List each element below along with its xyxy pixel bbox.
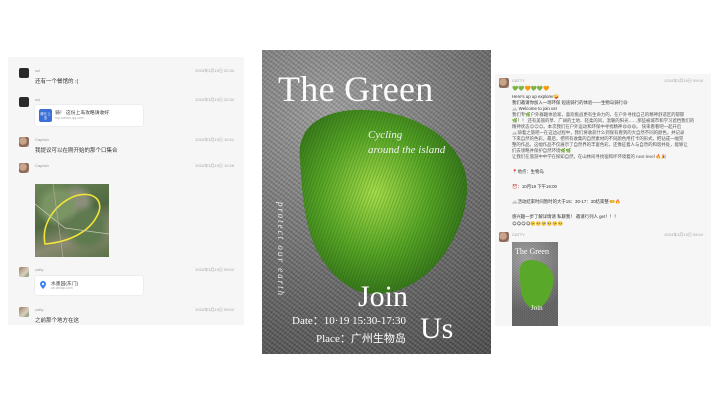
poster-subtitle: Cycling around the island <box>368 128 445 158</box>
right-chat-panel: CATTY 2024年3月19日 09:04 💚💚🧡💚💚🧡 Here's up … <box>495 74 711 326</box>
mini-poster-join: Join <box>531 304 543 312</box>
sender-name: Captain <box>35 163 49 168</box>
left-chat-panel: ssl 2024年3月19日 22:34 还有一个餐馆的 :( ssl 2024… <box>8 57 244 325</box>
message-time: 2024年3月19日 09:04 <box>195 267 234 272</box>
message-time: 2024年3月19日 22:34 <box>195 68 234 73</box>
poster-date: Date：10·19 15:30-17:30 <box>292 315 406 327</box>
map-pin-icon <box>40 281 46 289</box>
avatar[interactable] <box>19 68 29 78</box>
message-time: 2024年3月19日 10:48 <box>195 163 234 168</box>
event-poster[interactable]: The Green Cycling around the island prot… <box>262 50 491 354</box>
message-text[interactable]: 还有一个餐馆的 :( <box>35 77 78 85</box>
subtitle-line: Cycling <box>368 129 403 141</box>
poster-us: Us <box>420 312 454 345</box>
avatar[interactable] <box>19 97 29 107</box>
avatar[interactable] <box>19 163 29 173</box>
avatar[interactable] <box>19 267 29 277</box>
card-source: mp.weixin.qq.com <box>55 116 84 120</box>
message-line: 让我们在旅游中中学在探知自然，在山林间寻找宿和坏环境着的 next level … <box>512 154 667 159</box>
poster-place: Place：广州生物岛 <box>316 333 406 345</box>
message-text[interactable]: 我提议可以在刚开始的那个口集合 <box>35 146 118 154</box>
heart-emoji-row: 💚💚🧡💚💚🧡 <box>512 86 550 92</box>
message-time: 2024年3月19日 09:04 <box>195 307 234 312</box>
message-time: 2024年3月19日 09:04 <box>664 232 703 237</box>
sender-name: catty <box>35 267 44 272</box>
card-title: 骑！ 这份上岛攻略请收好 <box>55 111 110 116</box>
poster-title: The Green <box>278 69 434 109</box>
event-time: ⏰：10月19 下午16:00 <box>512 184 558 189</box>
sender-name: ssl <box>35 68 40 73</box>
sender-name: ssl <box>35 97 40 102</box>
avatar[interactable] <box>19 137 29 147</box>
message-time: 2024年3月19日 10:41 <box>195 137 234 142</box>
route-outline <box>35 184 109 257</box>
mini-poster-title: The Green <box>515 247 549 256</box>
message-time: 2024年3月19日 09:04 <box>664 78 703 83</box>
avatar[interactable] <box>499 78 509 88</box>
sender-name: CATTY <box>512 232 525 237</box>
sender-name: CATTY <box>512 78 525 83</box>
message-text[interactable]: 之前那个地方在这 <box>35 316 79 324</box>
subtitle-line: around the island <box>368 144 446 156</box>
message-time: 2024年3月19日 22:34 <box>195 97 234 102</box>
location-card[interactable]: 水墨园(东门) uri.amap.com <box>35 276 143 295</box>
link-card[interactable]: 骑行 上岛 骑！ 这份上岛攻略请收好 mp.weixin.qq.com <box>35 105 143 126</box>
sender-name: Captain <box>35 137 49 142</box>
vertical-slogan: protect our earth <box>276 202 286 298</box>
poster-join: Join <box>358 280 409 313</box>
card-source: uri.amap.com <box>51 286 73 290</box>
avatar[interactable] <box>499 232 509 242</box>
event-location: 📍地点：生物岛 <box>512 169 544 174</box>
map-image[interactable] <box>35 184 109 257</box>
card-thumbnail: 骑行 上岛 <box>39 109 52 122</box>
emoji-row: 😋😋😋😋🥺🥺🥺🥺🥺🥺 <box>512 221 564 226</box>
event-note: 🚲活动结束时间暂时的大于15：30-17：30结束整 🎫🔥 <box>512 199 621 204</box>
avatar[interactable] <box>19 307 29 317</box>
poster-thumbnail[interactable]: The Green Join <box>512 242 558 326</box>
call-to-action: 感兴趣一步了解详情请 私聊我！ 邀请行列人 get！！！ <box>512 214 619 219</box>
sender-name: catty <box>35 307 44 312</box>
